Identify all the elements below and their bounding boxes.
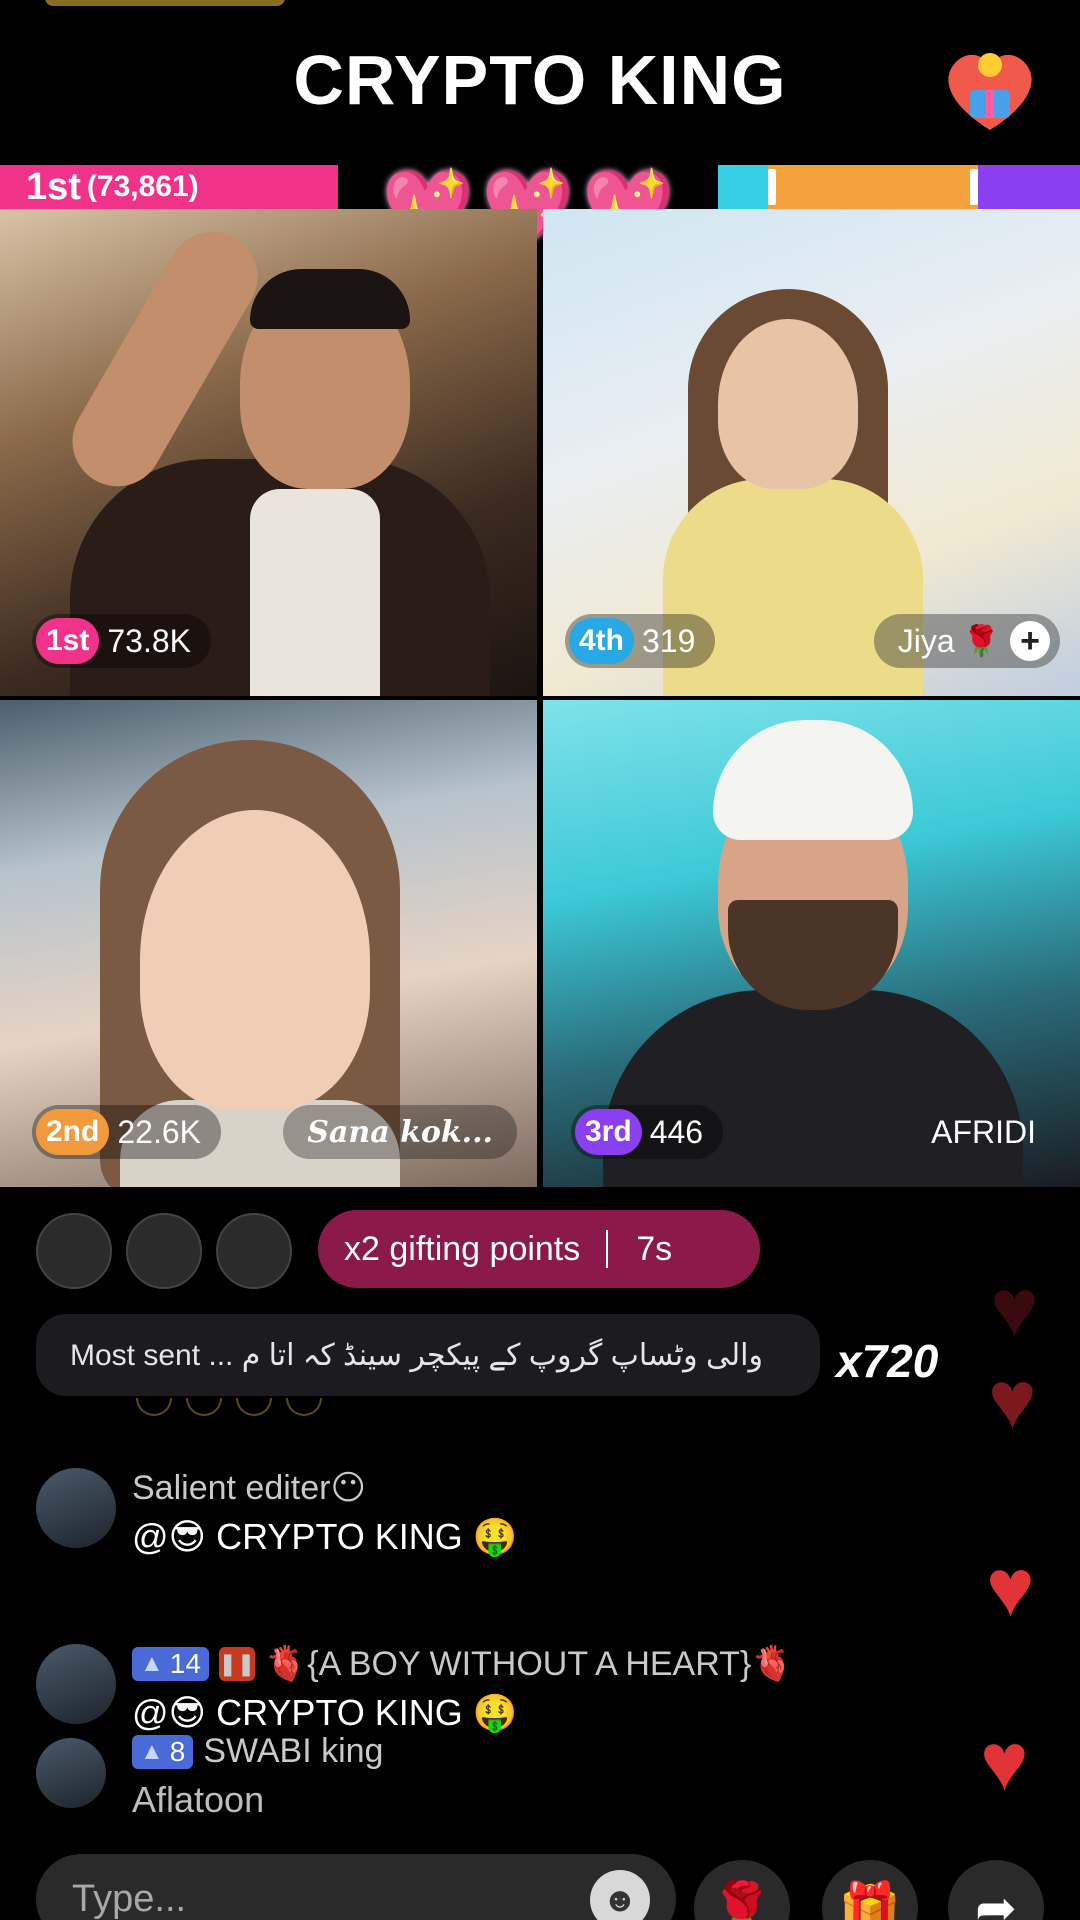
tile-rank-chip: 2nd 22.6K: [32, 1105, 221, 1159]
avatar[interactable]: [36, 1644, 116, 1724]
avatar[interactable]: [36, 1213, 112, 1289]
gifting-points-banner: x2 gifting points 7s: [318, 1210, 760, 1288]
avatar[interactable]: [36, 1468, 116, 1548]
heart-icon: ♥: [980, 1717, 1029, 1808]
gift-icon[interactable]: 🎁: [822, 1860, 918, 1920]
chat-message[interactable]: ▲ 8 SWABI king Aflatoon: [36, 1732, 383, 1821]
video-grid: 1st 73.8K 4th 319 Jiya 🌹 + 2nd 22.6K San…: [0, 209, 1080, 1187]
top-gifter-avatars: [36, 1213, 292, 1289]
score-segment-cyan: [718, 165, 768, 209]
tile-score: 22.6K: [117, 1113, 201, 1150]
score-segment-purple: [978, 165, 1080, 209]
leader-points: (73,861): [86, 170, 199, 203]
comment-input-bar[interactable]: ☻: [36, 1854, 676, 1920]
leader-rank: 1st: [26, 165, 81, 208]
tile-host-name[interactable]: Sana kok...: [283, 1105, 517, 1159]
leader-segment: 1st (73,861): [0, 165, 338, 209]
score-segment-orange: [768, 165, 978, 209]
rose-icon[interactable]: 🌹: [694, 1860, 790, 1920]
avatar[interactable]: [36, 1738, 106, 1808]
rank-badge: 1st: [36, 618, 100, 664]
gifting-timer: 7s: [636, 1229, 673, 1268]
scroll-fade-indicator: [136, 1398, 322, 1416]
tile-score: 319: [642, 622, 696, 659]
avatar[interactable]: [216, 1213, 292, 1289]
subscriber-badge-icon: ❚❚: [218, 1647, 255, 1681]
gift-multiplier: x720: [836, 1335, 939, 1387]
share-icon[interactable]: ➦: [948, 1860, 1044, 1920]
chat-text: @😎 CRYPTO KING 🤑: [132, 1516, 518, 1557]
video-tile-3[interactable]: 2nd 22.6K Sana kok...: [0, 700, 537, 1187]
level-badge: ▲ 14: [132, 1647, 209, 1681]
heart-icon: ♥: [990, 1263, 1039, 1354]
chat-username[interactable]: 🫀{A BOY WITHOUT A HEART}🫀: [265, 1644, 794, 1684]
plus-icon[interactable]: +: [1010, 621, 1050, 661]
video-tile-4[interactable]: 3rd 446 AFRIDI: [543, 700, 1080, 1187]
tile-rank-chip: 4th 319: [565, 614, 716, 668]
chat-text: @😎 CRYPTO KING 🤑: [132, 1692, 518, 1733]
emoji-icon[interactable]: ☻: [590, 1870, 650, 1920]
gifting-label: x2 gifting points: [344, 1229, 581, 1268]
rank-badge: 3rd: [575, 1109, 642, 1155]
level-badge: ▲ 8: [132, 1734, 194, 1769]
tile-host-name[interactable]: Jiya 🌹 +: [873, 614, 1060, 668]
comment-input[interactable]: [72, 1877, 592, 1920]
tile-score: 446: [649, 1113, 704, 1150]
top-pill: [45, 0, 285, 6]
rank-badge: 2nd: [36, 1109, 110, 1155]
rose-icon: 🌹: [962, 624, 1000, 658]
video-tile-1[interactable]: 1st 73.8K: [0, 209, 537, 696]
chat-message[interactable]: ▲ 14 ❚❚ 🫀{A BOY WITHOUT A HEART}🫀 @😎 CRYP…: [36, 1644, 794, 1734]
tile-score: 73.8K: [107, 622, 191, 659]
heart-icon: ♥: [986, 1543, 1035, 1634]
stream-title: CRYPTO KING: [293, 41, 787, 119]
tile-host-name[interactable]: AFRIDI: [907, 1105, 1060, 1159]
chat-username[interactable]: Salient editer😶: [132, 1468, 518, 1508]
avatar[interactable]: [126, 1213, 202, 1289]
tile-rank-chip: 1st 73.8K: [32, 614, 211, 668]
chat-text: Aflatoon: [132, 1779, 265, 1820]
chat-username[interactable]: SWABI king: [203, 1732, 383, 1771]
heart-icon: ♥: [988, 1355, 1037, 1446]
video-tile-2[interactable]: 4th 319 Jiya 🌹 +: [543, 209, 1080, 696]
most-sent-banner: Most sent ... والی وٹساپ گروپ کے پیکچر س…: [36, 1314, 820, 1396]
chat-message[interactable]: Salient editer😶 @😎 CRYPTO KING 🤑: [36, 1468, 518, 1558]
tile-rank-chip: 3rd 446: [571, 1105, 724, 1159]
rank-badge: 4th: [569, 618, 634, 664]
gift-box-icon[interactable]: [940, 45, 1040, 135]
